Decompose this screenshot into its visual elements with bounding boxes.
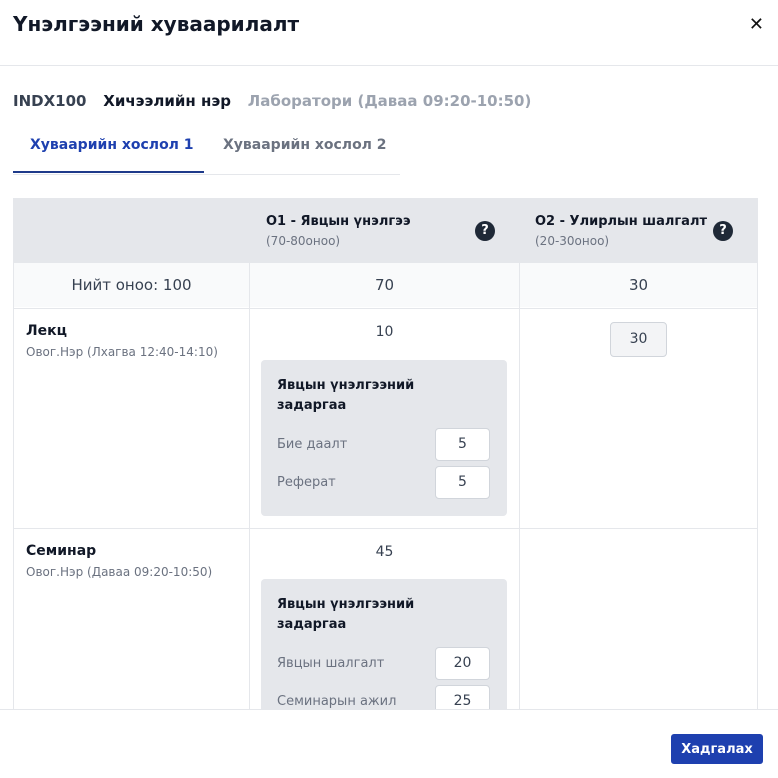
lecture-o1-value: 10 <box>375 324 394 340</box>
column-header-o1: О1 - Явцын үнэлгээ <box>266 214 411 229</box>
close-icon[interactable]: ✕ <box>749 14 764 35</box>
breakdown-title: Явцын үнэлгээний задаргаа <box>277 597 415 632</box>
row-divider <box>14 262 757 263</box>
breakdown-item-label: Явцын шалгалт <box>277 656 385 671</box>
breakdown-item-input[interactable]: 5 <box>435 466 490 499</box>
course-info: INDX100 Хичээлийн нэр Лаборатори (Даваа … <box>13 92 531 110</box>
row-divider <box>14 528 757 529</box>
breakdown-item-label: Бие даалт <box>277 437 348 452</box>
row-title-lecture: Лекц <box>26 323 68 339</box>
help-icon[interactable]: ? <box>475 221 495 241</box>
seminar-breakdown-panel: Явцын үнэлгээний задаргаа Явцын шалгалт … <box>261 579 507 718</box>
breakdown-title: Явцын үнэлгээний задаргаа <box>277 378 415 413</box>
row-title-seminar: Семинар <box>26 543 97 559</box>
breakdown-item-label: Реферат <box>277 475 336 490</box>
column-range-o1: (70-80оноо) <box>266 234 341 248</box>
lecture-o2-input[interactable]: 30 <box>610 322 667 357</box>
breakdown-item-input[interactable]: 5 <box>435 428 490 461</box>
modal-title: Үнэлгээний хуваарилалт <box>13 12 300 36</box>
modal-footer <box>0 709 778 778</box>
lecture-breakdown-panel: Явцын үнэлгээний задаргаа Бие даалт 5 Ре… <box>261 360 507 516</box>
total-points-label: Нийт оноо: 100 <box>71 276 192 294</box>
column-header-o2: О2 - Улирлын шалгалт <box>535 214 708 229</box>
modal-header: Үнэлгээний хуваарилалт ✕ <box>0 0 778 66</box>
breakdown-item-label: Семинарын ажил <box>277 694 397 709</box>
tab-schedule-combo-2[interactable]: Хуваарийн хослол 2 <box>223 137 387 153</box>
total-o1-value: 70 <box>374 276 395 294</box>
active-tab-indicator <box>13 171 204 173</box>
grading-table: О1 - Явцын үнэлгээ (70-80оноо) ? О2 - Ул… <box>13 198 758 718</box>
course-lab-schedule: Лаборатори (Даваа 09:20-10:50) <box>247 92 532 110</box>
table-header-row <box>14 199 757 262</box>
row-divider <box>14 308 757 309</box>
save-button[interactable]: Хадгалах <box>671 734 763 764</box>
course-name: Хичээлийн нэр <box>103 92 231 110</box>
row-subtitle-seminar: Овог.Нэр (Даваа 09:20-10:50) <box>26 565 213 579</box>
total-o2-value: 30 <box>628 276 649 294</box>
tab-schedule-combo-1[interactable]: Хуваарийн хослол 1 <box>30 137 194 153</box>
breakdown-item-input[interactable]: 20 <box>435 647 490 680</box>
schedule-tabs: Хуваарийн хослол 1 Хуваарийн хослол 2 <box>13 128 400 175</box>
column-range-o2: (20-30оноо) <box>535 234 610 248</box>
seminar-o1-value: 45 <box>375 544 394 560</box>
row-subtitle-lecture: Овог.Нэр (Лхагва 12:40-14:10) <box>26 345 218 359</box>
help-icon[interactable]: ? <box>713 221 733 241</box>
course-code: INDX100 <box>13 92 87 110</box>
